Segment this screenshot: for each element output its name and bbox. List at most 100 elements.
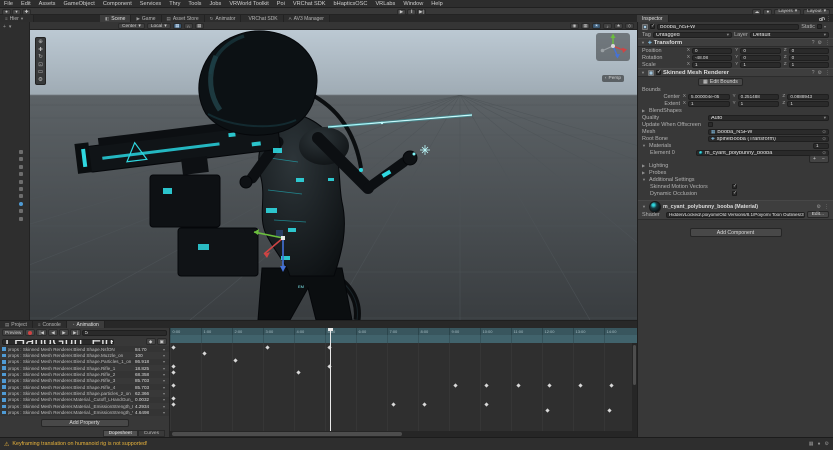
property-value[interactable]: 4.2934 bbox=[135, 404, 159, 409]
dopesheet-area[interactable] bbox=[170, 343, 637, 431]
x-field[interactable]: 0 bbox=[692, 48, 732, 54]
animated-property-row[interactable]: props : Skinned Mesh Renderer.Blend Shap… bbox=[0, 384, 169, 390]
lock-icon[interactable] bbox=[819, 18, 823, 21]
z-field[interactable]: 1 bbox=[789, 62, 829, 68]
dynamic-occlusion-checkbox[interactable] bbox=[732, 191, 737, 196]
menu-item[interactable]: Jobs bbox=[205, 0, 225, 8]
update-offscreen-checkbox[interactable] bbox=[708, 122, 713, 127]
grid-visibility-icon[interactable]: ▦ bbox=[173, 23, 182, 29]
materials-foldout[interactable]: ▼Materials 1 bbox=[638, 142, 833, 149]
add-event-button[interactable]: ▣ bbox=[157, 338, 167, 345]
menu-item[interactable]: Help bbox=[427, 0, 447, 8]
property-value[interactable]: 62.366 bbox=[135, 391, 159, 396]
active-checkbox[interactable] bbox=[650, 24, 655, 29]
static-dropdown-icon[interactable]: ▾ bbox=[824, 24, 829, 29]
add-keyframe-button[interactable]: ◆ bbox=[146, 338, 156, 345]
menu-item[interactable]: VRChat SDK bbox=[289, 0, 330, 8]
shaded-mode-icon[interactable]: ▦ bbox=[581, 23, 590, 29]
pause-button[interactable]: ‖ bbox=[407, 9, 416, 15]
y-field[interactable]: 0 bbox=[740, 55, 780, 61]
lighting-foldout[interactable]: ▶Lighting bbox=[638, 162, 833, 169]
edit-bounds-button[interactable]: ▦Edit Bounds bbox=[698, 78, 743, 86]
foldout-open-icon[interactable]: ▼ bbox=[641, 40, 646, 45]
chevron-down-icon[interactable]: ▾ bbox=[161, 404, 167, 409]
mesh-object-field[interactable]: ▦Booba_NSFW⊙ bbox=[708, 129, 829, 135]
preview-toggle[interactable]: Preview bbox=[2, 329, 24, 336]
last-key-button[interactable]: ▶| bbox=[70, 329, 81, 336]
animated-property-row[interactable]: props : Skinned Mesh Renderer.Blend Shap… bbox=[0, 352, 169, 358]
status-warning-text[interactable]: Keyframing translation on humanoid rig i… bbox=[12, 441, 147, 447]
help-icon[interactable]: ? bbox=[812, 40, 815, 46]
snap-magnet-icon[interactable]: ∩ bbox=[184, 23, 193, 29]
z-field[interactable]: 0 bbox=[789, 48, 829, 54]
animated-property-row[interactable]: props : Skinned Mesh Renderer.Blend Shap… bbox=[0, 378, 169, 384]
play-animation-button[interactable]: ▶ bbox=[59, 329, 69, 336]
center-y-field[interactable]: 0.251488 bbox=[738, 94, 780, 100]
y-field[interactable]: 0 bbox=[740, 48, 780, 54]
animated-property-row[interactable]: props : Skinned Mesh Renderer.Material._… bbox=[0, 397, 169, 403]
scene-audio-icon[interactable]: ♪ bbox=[603, 23, 612, 29]
extent-y-field[interactable]: 1 bbox=[738, 101, 780, 107]
animated-property-row[interactable]: props : Skinned Mesh Renderer.Blend Shap… bbox=[0, 346, 169, 352]
cloud-collab-icon[interactable]: ☁ bbox=[752, 9, 761, 15]
clip-dropdown[interactable]: LHandGun_Fire_B▾ bbox=[2, 339, 114, 345]
tag-dropdown[interactable]: Untagged▾ bbox=[653, 32, 732, 38]
menu-item[interactable]: Poi bbox=[273, 0, 289, 8]
gear-icon[interactable]: ⚙ bbox=[818, 40, 822, 46]
extent-x-field[interactable]: 1 bbox=[688, 101, 730, 107]
bottom-tab[interactable]: ≡ Console bbox=[33, 321, 67, 328]
activity-icon[interactable]: ● bbox=[817, 441, 820, 447]
motion-vectors-checkbox[interactable] bbox=[732, 184, 737, 189]
skinned-mesh-renderer-header[interactable]: ▼ ▦ Skinned Mesh Renderer ?⚙⋮ bbox=[638, 68, 833, 77]
center-x-field[interactable]: 5.000004e-05 bbox=[688, 94, 730, 100]
play-button[interactable]: ▶ bbox=[397, 9, 406, 15]
menu-item[interactable]: Thry bbox=[165, 0, 184, 8]
add-object-icon[interactable]: + bbox=[3, 24, 6, 30]
scene-tool-button[interactable]: ✚ bbox=[38, 47, 43, 53]
gear-icon[interactable]: ⚙ bbox=[818, 70, 822, 76]
frame-input[interactable] bbox=[85, 330, 164, 336]
orientation-dropdown[interactable]: Local▾ bbox=[147, 23, 171, 29]
scene-tool-button[interactable]: ▭ bbox=[38, 69, 43, 75]
scene-tool-button[interactable]: ⚙ bbox=[38, 77, 43, 83]
record-button[interactable] bbox=[25, 329, 35, 336]
animated-property-row[interactable]: props : Skinned Mesh Renderer.Blend Shap… bbox=[0, 371, 169, 377]
account-dropdown-icon[interactable]: ▾ bbox=[12, 9, 21, 15]
animation-timeline[interactable]: 0:001:002:003:004:005:006:007:008:009:00… bbox=[170, 328, 637, 438]
chevron-down-icon[interactable]: ▾ bbox=[161, 353, 167, 358]
remove-material-button[interactable]: − bbox=[819, 156, 828, 162]
pivot-dropdown[interactable]: Center▾ bbox=[118, 23, 145, 29]
center-z-field[interactable]: 0.0888943 bbox=[787, 94, 829, 100]
chevron-down-icon[interactable]: ▾ bbox=[161, 347, 167, 352]
layers-dropdown[interactable]: Layers▾ bbox=[774, 9, 801, 15]
kebab-menu-icon[interactable]: ⋮ bbox=[825, 40, 830, 46]
snap-move-icon[interactable]: ▦ bbox=[195, 23, 204, 29]
gear-icon[interactable]: ⚙ bbox=[817, 204, 821, 210]
x-field[interactable]: -48.08 bbox=[692, 55, 732, 61]
scene-viewport[interactable]: EM ⊕✚↻⊡▭⚙ bbox=[30, 30, 637, 320]
menu-item[interactable]: VRWorld Toolkit bbox=[225, 0, 272, 8]
chevron-down-icon[interactable]: ▾ bbox=[9, 24, 12, 30]
vertical-scrollbar[interactable] bbox=[632, 343, 637, 431]
static-checkbox[interactable] bbox=[817, 24, 822, 29]
gizmos-dropdown-icon[interactable]: ◇ bbox=[625, 23, 634, 29]
animated-property-row[interactable]: props : Skinned Mesh Renderer.Material._… bbox=[0, 403, 169, 409]
chevron-down-icon[interactable]: ▾ bbox=[161, 385, 167, 390]
probes-foldout[interactable]: ▶Probes bbox=[638, 169, 833, 176]
playhead[interactable] bbox=[330, 328, 331, 431]
animated-property-row[interactable]: props : Skinned Mesh Renderer.Blend Shap… bbox=[0, 390, 169, 396]
add-property-button[interactable]: Add Property bbox=[41, 419, 129, 427]
menu-item[interactable]: Tools bbox=[184, 0, 205, 8]
menu-item[interactable]: VRLabs bbox=[371, 0, 399, 8]
kebab-menu-icon[interactable]: ⋮ bbox=[825, 70, 830, 76]
object-picker-icon[interactable]: ⊙ bbox=[822, 136, 826, 142]
editor-tab[interactable]: VRChat SDK bbox=[241, 15, 283, 22]
gear-icon[interactable]: ⚙ bbox=[825, 441, 829, 447]
editor-tab[interactable]: A AV3 Manager bbox=[284, 15, 330, 22]
property-value[interactable]: 85.703 bbox=[135, 385, 159, 390]
object-picker-icon[interactable]: ⊙ bbox=[822, 129, 826, 135]
chevron-down-icon[interactable]: ▾ bbox=[161, 366, 167, 371]
chevron-down-icon[interactable]: ▾ bbox=[161, 372, 167, 377]
editor-tab[interactable]: ▶ Game bbox=[131, 15, 161, 22]
timeline-ruler[interactable]: 0:001:002:003:004:005:006:007:008:009:00… bbox=[170, 328, 637, 335]
